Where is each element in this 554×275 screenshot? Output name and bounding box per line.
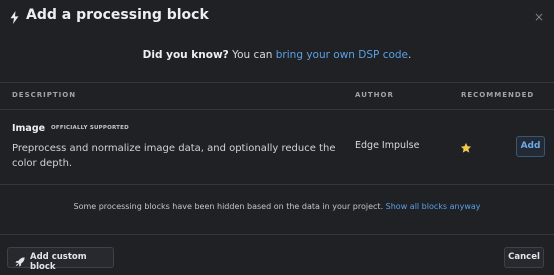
add-custom-block-button[interactable]: Add custom block	[7, 247, 114, 272]
modal-title: Add a processing block	[26, 7, 209, 23]
block-author: Edge Impulse	[355, 140, 420, 151]
star-icon	[460, 139, 472, 158]
tip-prefix: Did you know?	[142, 49, 229, 61]
add-custom-block-label: Add custom block	[30, 252, 87, 272]
column-header-author: AUTHOR	[355, 91, 394, 99]
tip-banner: Did you know? You can bring your own DSP…	[0, 49, 554, 61]
column-header-description: DESCRIPTION	[12, 91, 77, 99]
modal-header: Add a processing block ×	[0, 0, 554, 34]
block-description: Preprocess and normalize image data, and…	[12, 143, 336, 169]
processing-block-modal: Add a processing block × Did you know? Y…	[0, 0, 554, 275]
show-all-blocks-link[interactable]: Show all blocks anyway	[386, 202, 481, 211]
close-icon[interactable]: ×	[534, 10, 544, 24]
hidden-blocks-text: Some processing blocks have been hidden …	[73, 202, 384, 211]
dsp-code-link[interactable]: bring your own DSP code	[276, 49, 408, 61]
divider	[0, 184, 554, 185]
divider	[0, 109, 554, 110]
hidden-blocks-note: Some processing blocks have been hidden …	[0, 202, 554, 211]
cancel-button[interactable]: Cancel	[504, 247, 544, 268]
block-title: Image	[12, 123, 46, 134]
lightning-bolt-icon	[10, 9, 19, 28]
officially-supported-badge: OFFICIALLY SUPPORTED	[51, 125, 129, 131]
add-block-button[interactable]: Add	[516, 136, 545, 157]
tip-suffix: .	[408, 49, 412, 61]
divider	[0, 234, 554, 235]
rocket-icon	[15, 252, 25, 271]
tip-text: You can	[232, 49, 273, 61]
divider	[0, 82, 554, 83]
column-header-recommended: RECOMMENDED	[461, 91, 535, 99]
